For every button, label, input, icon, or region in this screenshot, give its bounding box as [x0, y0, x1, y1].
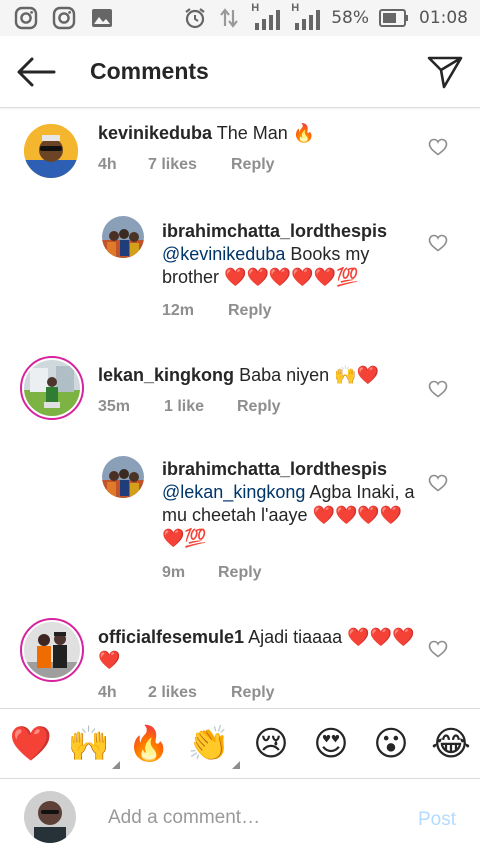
comment-meta: 12m Reply [162, 302, 272, 320]
comment-username[interactable]: ibrahimchatta_lordthespis [162, 221, 387, 241]
like-heart-icon[interactable] [428, 234, 448, 252]
comment-reply-item: ibrahimchatta_lordthespis @lekan_kingkon… [0, 448, 480, 606]
reply-button[interactable]: Reply [231, 156, 275, 174]
data-arrows-icon [220, 8, 239, 28]
avatar[interactable] [102, 216, 144, 258]
page-title: Comments [90, 58, 209, 84]
battery-icon [379, 9, 408, 27]
like-heart-icon[interactable] [428, 380, 448, 398]
comment-emoji: ❤️❤️❤️❤️❤️💯 [224, 267, 359, 288]
comment-text: kevinikeduba The Man 🔥 [98, 123, 316, 144]
back-arrow-icon[interactable] [16, 56, 56, 88]
likes-count[interactable]: 1 like [164, 398, 237, 416]
avatar[interactable] [102, 456, 144, 498]
comment-reply-item: ibrahimchatta_lordthespis @kevinikeduba … [0, 202, 480, 352]
comment-emoji: 🙌❤️ [334, 365, 379, 386]
comment-text: ibrahimchatta_lordthespis @kevinikeduba … [162, 221, 388, 288]
reply-button[interactable]: Reply [228, 302, 272, 320]
alarm-icon [185, 8, 205, 29]
comment-input-bar: Post [0, 778, 480, 854]
comment-meta: 4h 7 likes Reply [98, 156, 275, 174]
emoji-quick-bar: ❤️ 🙌 🔥 👏 😢 😍 😮 😂 [0, 708, 480, 778]
instagram-icon [52, 6, 76, 30]
status-bar: H H 58% 01:08 [0, 0, 480, 36]
comment-item: officialfesemule1 Ajadi tiaaaa ❤️❤️❤️❤️ … [0, 606, 480, 708]
comment-time: 9m [162, 564, 186, 581]
like-heart-icon[interactable] [428, 474, 448, 492]
like-heart-icon[interactable] [428, 138, 448, 156]
surprised-emoji-button[interactable]: 😮 [368, 721, 414, 767]
comment-username[interactable]: kevinikeduba [98, 123, 212, 143]
avatar[interactable] [24, 124, 78, 178]
laughing-emoji-button[interactable]: 😂 [428, 721, 474, 767]
instagram-icon [14, 6, 38, 30]
signal-icon: H [251, 2, 281, 30]
avatar[interactable] [20, 356, 84, 420]
clapping-emoji-button[interactable]: 👏 [186, 721, 240, 769]
comment-time: 12m [162, 302, 195, 319]
clock: 01:08 [419, 8, 468, 28]
reply-button[interactable]: Reply [237, 398, 281, 416]
like-heart-icon[interactable] [428, 640, 448, 658]
comment-text: lekan_kingkong Baba niyen 🙌❤️ [98, 365, 379, 386]
comment-text: ibrahimchatta_lordthespis @lekan_kingkon… [162, 459, 415, 549]
crying-emoji-button[interactable]: 😢 [248, 721, 294, 767]
mention-link[interactable]: @lekan_kingkong [162, 482, 305, 502]
my-avatar [24, 791, 76, 843]
heart-emoji-button[interactable]: ❤️ [8, 721, 54, 767]
comments-list[interactable]: kevinikeduba The Man 🔥 4h 7 likes Reply … [0, 108, 480, 708]
comment-username[interactable]: ibrahimchatta_lordthespis [162, 459, 387, 479]
avatar[interactable] [20, 618, 84, 682]
comment-time: 4h [98, 684, 117, 701]
heart-eyes-emoji-button[interactable]: 😍 [308, 721, 354, 767]
reply-button[interactable]: Reply [218, 564, 262, 582]
comment-text: officialfesemule1 Ajadi tiaaaa ❤️❤️❤️❤️ [98, 627, 415, 671]
signal-icon: H [291, 2, 321, 30]
likes-count[interactable]: 2 likes [148, 684, 231, 702]
comment-item: lekan_kingkong Baba niyen 🙌❤️ 35m 1 like… [0, 352, 480, 448]
send-direct-icon[interactable] [426, 54, 464, 90]
comment-meta: 4h 2 likes Reply [98, 684, 275, 702]
comment-time: 35m [98, 398, 131, 415]
comment-input[interactable] [108, 803, 388, 833]
comment-meta: 9m Reply [162, 564, 262, 582]
variant-indicator [232, 761, 240, 769]
likes-count[interactable]: 7 likes [148, 156, 231, 174]
variant-indicator [112, 761, 120, 769]
comment-username[interactable]: officialfesemule1 [98, 627, 244, 647]
post-button[interactable]: Post [418, 809, 456, 831]
comment-username[interactable]: lekan_kingkong [98, 365, 234, 385]
fire-emoji-button[interactable]: 🔥 [126, 721, 172, 767]
comment-time: 4h [98, 156, 117, 173]
gallery-icon [92, 9, 112, 27]
mention-link[interactable]: @kevinikeduba [162, 244, 285, 264]
raised-hands-emoji-button[interactable]: 🙌 [66, 721, 120, 769]
reply-button[interactable]: Reply [231, 684, 275, 702]
comment-item: kevinikeduba The Man 🔥 4h 7 likes Reply [0, 108, 480, 202]
comment-emoji: 🔥 [292, 123, 316, 144]
comment-meta: 35m 1 like Reply [98, 398, 281, 416]
comments-header: Comments [0, 36, 480, 108]
battery-percent: 58% [331, 8, 369, 28]
